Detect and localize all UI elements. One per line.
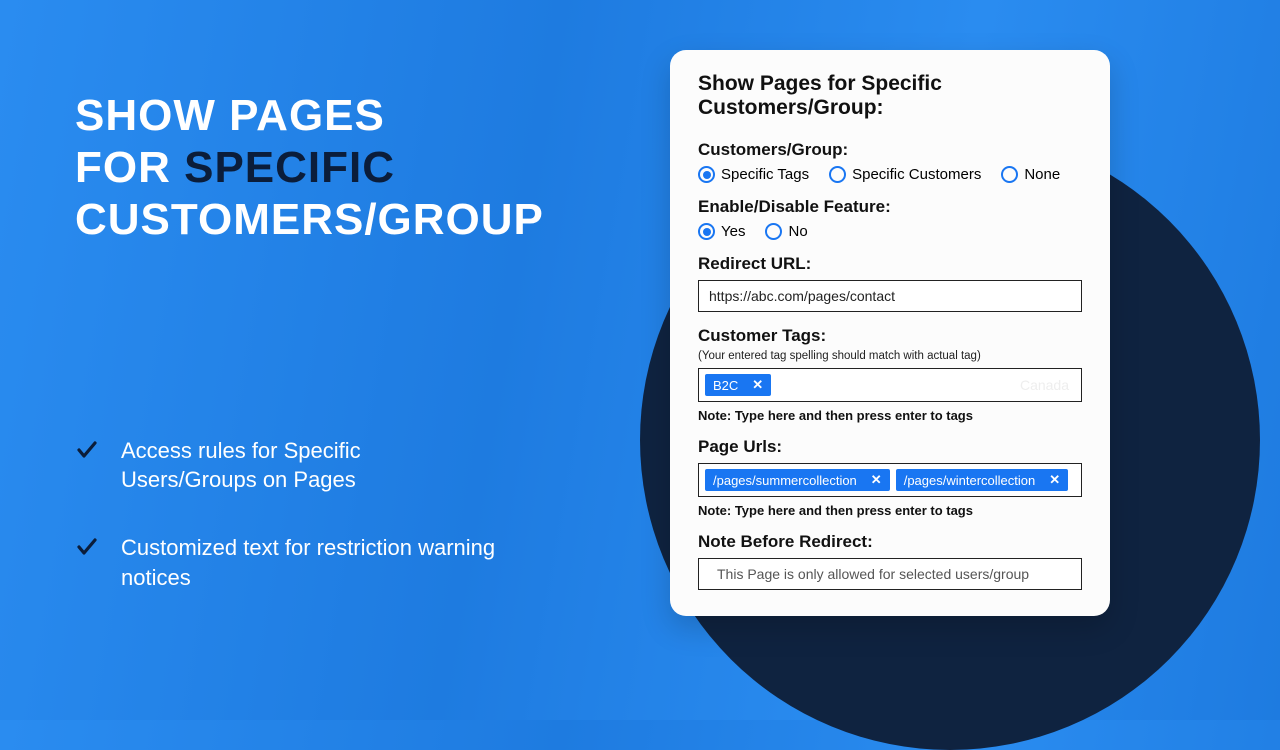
note-before-input[interactable] [698, 558, 1082, 590]
headline-line1: SHOW PAGES [75, 90, 635, 142]
tag-chip: /pages/wintercollection✕ [896, 469, 1068, 491]
enable-label: Enable/Disable Feature: [698, 197, 1082, 217]
bullet-text: Customized text for restriction warning … [121, 533, 501, 592]
note-before-section: Note Before Redirect: [698, 532, 1082, 590]
bullet-text: Access rules for Specific Users/Groups o… [121, 436, 501, 495]
customers-group-section: Customers/Group: Specific Tags Specific … [698, 140, 1082, 183]
note-before-label: Note Before Redirect: [698, 532, 1082, 552]
radio-none[interactable]: None [1001, 166, 1060, 183]
remove-tag-icon[interactable]: ✕ [752, 377, 763, 393]
headline: SHOW PAGES FOR SPECIFIC CUSTOMERS/GROUP [75, 90, 635, 246]
marketing-left-column: SHOW PAGES FOR SPECIFIC CUSTOMERS/GROUP … [75, 90, 635, 630]
page-urls-note: Note: Type here and then press enter to … [698, 503, 1082, 518]
customer-tags-section: Customer Tags: (Your entered tag spellin… [698, 326, 1082, 423]
headline-accent: SPECIFIC [184, 143, 395, 192]
enable-section: Enable/Disable Feature: Yes No [698, 197, 1082, 240]
radio-ring-icon [698, 166, 715, 183]
radio-ring-icon [698, 223, 715, 240]
card-title: Show Pages for Specific Customers/Group: [698, 72, 1082, 120]
redirect-label: Redirect URL: [698, 254, 1082, 274]
customer-tags-label: Customer Tags: [698, 326, 1082, 346]
customer-tags-hint: (Your entered tag spelling should match … [698, 350, 1082, 362]
bullet-item: Access rules for Specific Users/Groups o… [75, 436, 635, 495]
check-icon [75, 535, 99, 559]
customer-tags-input[interactable]: B2C✕ Canada [698, 368, 1082, 402]
radio-specific-tags[interactable]: Specific Tags [698, 166, 809, 183]
remove-tag-icon[interactable]: ✕ [871, 472, 882, 488]
remove-tag-icon[interactable]: ✕ [1049, 472, 1060, 488]
bullet-list: Access rules for Specific Users/Groups o… [75, 436, 635, 593]
radio-ring-icon [1001, 166, 1018, 183]
bullet-item: Customized text for restriction warning … [75, 533, 635, 592]
headline-line2: FOR SPECIFIC [75, 142, 635, 194]
radio-ring-icon [829, 166, 846, 183]
page-urls-section: Page Urls: /pages/summercollection✕ /pag… [698, 437, 1082, 518]
customers-group-label: Customers/Group: [698, 140, 1082, 160]
radio-specific-customers[interactable]: Specific Customers [829, 166, 981, 183]
radio-no[interactable]: No [765, 223, 807, 240]
page-urls-label: Page Urls: [698, 437, 1082, 457]
headline-line3: CUSTOMERS/GROUP [75, 194, 635, 246]
radio-ring-icon [765, 223, 782, 240]
redirect-section: Redirect URL: [698, 254, 1082, 312]
page-urls-input[interactable]: /pages/summercollection✕ /pages/winterco… [698, 463, 1082, 497]
customers-group-radios: Specific Tags Specific Customers None [698, 166, 1082, 183]
tag-ghost-placeholder: Canada [1020, 377, 1069, 393]
customer-tags-note: Note: Type here and then press enter to … [698, 408, 1082, 423]
check-icon [75, 438, 99, 462]
enable-radios: Yes No [698, 223, 1082, 240]
tag-chip: /pages/summercollection✕ [705, 469, 890, 491]
radio-yes[interactable]: Yes [698, 223, 745, 240]
settings-card: Show Pages for Specific Customers/Group:… [670, 50, 1110, 616]
tag-chip: B2C✕ [705, 374, 771, 396]
redirect-url-input[interactable] [698, 280, 1082, 312]
